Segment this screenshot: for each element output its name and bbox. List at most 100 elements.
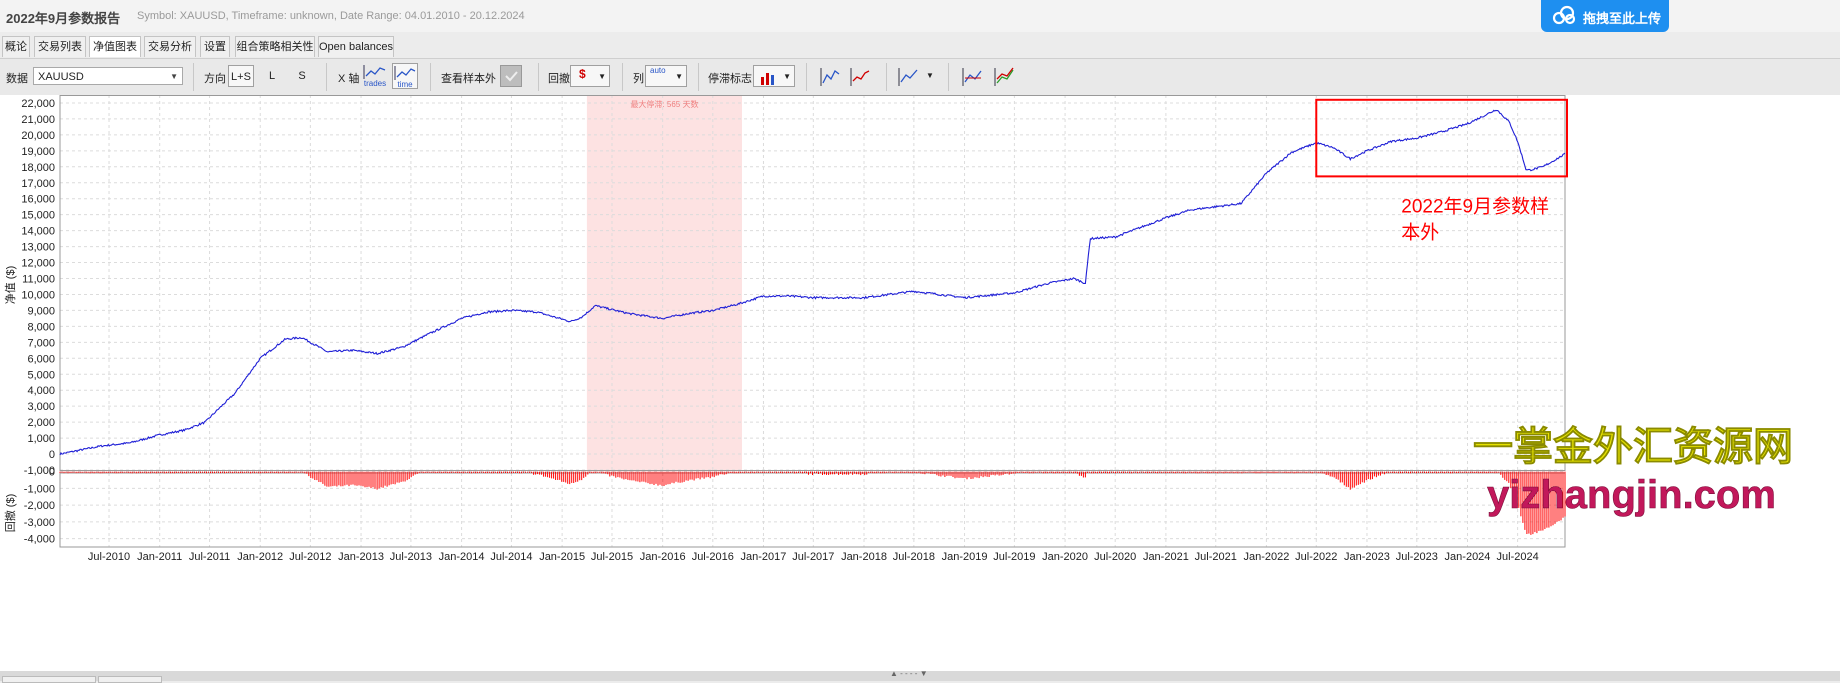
y-tick-label: 11,000: [22, 274, 55, 286]
dd-y-tick-label: -1,000: [24, 483, 55, 495]
x-tick-label: Jul-2015: [591, 551, 633, 563]
oos-label: 查看样本外: [441, 73, 496, 85]
x-tick-label: Jan-2022: [1243, 551, 1289, 563]
x-tick-label: Jan-2011: [137, 551, 182, 563]
annotation-text-line2: 本外: [1401, 221, 1439, 243]
oos-toggle[interactable]: [500, 65, 522, 87]
column-select[interactable]: auto ▼: [645, 65, 687, 87]
bottom-tab[interactable]: [2, 676, 96, 683]
y-tick-label: 4,000: [27, 385, 55, 397]
toolbar-divider: [698, 63, 699, 91]
tab-trade-list[interactable]: 交易列表: [34, 36, 86, 57]
direction-long-button[interactable]: L: [262, 65, 282, 87]
upload-button-label: 拖拽至此上传: [1583, 11, 1662, 26]
toolbar-divider: [622, 63, 623, 91]
y-tick-label: 15,000: [21, 210, 55, 222]
xaxis-time-button[interactable]: time: [392, 63, 418, 89]
equity-line-icon[interactable]: [818, 65, 842, 89]
xaxis-trades-label: trades: [363, 79, 387, 88]
x-tick-label: Jan-2013: [338, 551, 384, 563]
y-tick-label: 8,000: [27, 321, 55, 333]
watermark-line2: yizhangjin.com: [1487, 473, 1776, 517]
cloud-upload-icon: [1552, 5, 1576, 25]
title-bar: 2022年9月参数报告 Symbol: XAUUSD, Timeframe: u…: [0, 0, 1840, 32]
bottom-scrollbar[interactable]: ▲ - - - - ▼: [0, 669, 1840, 681]
annotation-text-line1: 2022年9月参数样: [1401, 195, 1549, 217]
tab-equity-chart[interactable]: 净值图表: [89, 36, 141, 57]
chart-style-icon[interactable]: [896, 65, 920, 89]
x-tick-label: Jan-2023: [1344, 551, 1390, 563]
y-tick-label: 22,000: [21, 98, 55, 110]
chevron-down-icon: ▼: [598, 72, 606, 81]
xaxis-trades-button[interactable]: trades: [362, 63, 388, 89]
equity-series-line: [59, 109, 1566, 456]
toolbar-divider: [806, 63, 807, 91]
chevron-down-icon: ▼: [170, 72, 178, 81]
x-tick-label: Jul-2014: [490, 551, 532, 563]
y-tick-label: 10,000: [21, 289, 55, 301]
data-label: 数据: [6, 73, 28, 85]
resize-grip-icon[interactable]: ▲ - - - - ▼: [890, 669, 928, 678]
window-title: 2022年9月参数报告: [6, 11, 121, 26]
x-tick-label: Jul-2012: [289, 551, 331, 563]
chevron-down-icon: ▼: [675, 72, 683, 81]
multi-series-icon[interactable]: [992, 65, 1016, 89]
equity-drawdown-icon[interactable]: [848, 65, 872, 89]
tab-overview[interactable]: 概论: [2, 36, 30, 57]
y-tick-label: 3,000: [27, 401, 55, 413]
tab-trade-analysis[interactable]: 交易分析: [144, 36, 196, 57]
y-tick-label: 7,000: [27, 337, 55, 349]
symbol-select-value: XAUUSD: [38, 71, 84, 83]
y-tick-label: 5,000: [27, 369, 55, 381]
x-tick-label: Jul-2023: [1396, 551, 1438, 563]
drawdown-axis-title: 回撤 ($): [3, 494, 17, 533]
tab-portfolio-correlation[interactable]: 组合策略相关性: [235, 36, 315, 57]
direction-ls-button[interactable]: L+S: [228, 65, 254, 87]
stagnation-label: 停滞标志: [708, 73, 752, 85]
chevron-down-icon: ▼: [783, 72, 791, 81]
stagnation-label-text: 最大停滞: 565 天数: [630, 99, 698, 109]
bottom-tab[interactable]: [98, 676, 162, 683]
x-tick-label: Jan-2021: [1143, 551, 1189, 563]
y-tick-label: 6,000: [27, 353, 55, 365]
direction-short-button[interactable]: S: [292, 65, 312, 87]
y-tick-label: 19,000: [21, 146, 55, 158]
y-tick-label: 2,000: [27, 417, 55, 429]
toolbar-divider: [538, 63, 539, 91]
toolbar-divider: [326, 63, 327, 91]
y-tick-label: 21,000: [21, 114, 55, 126]
x-tick-label: Jul-2013: [390, 551, 432, 563]
dollar-icon: $: [579, 67, 586, 81]
y-tick-label: 9,000: [27, 305, 55, 317]
stagnation-band: [586, 95, 742, 470]
y-tick-label: 13,000: [21, 242, 55, 254]
y-tick-label: 17,000: [21, 178, 55, 190]
drawdown-label: 回撤: [548, 73, 570, 85]
direction-label: 方向: [204, 73, 226, 85]
y-tick-label: 18,000: [21, 162, 55, 174]
x-tick-label: Jul-2020: [1094, 551, 1136, 563]
tab-open-balances[interactable]: Open balances: [318, 36, 394, 57]
trend-chart-icon[interactable]: [960, 65, 984, 89]
equity-chart: -1,000 0 1,000 2,000 3,000 4,000 5,000 6,000 7,0…: [3, 95, 1793, 563]
chevron-down-icon[interactable]: ▼: [926, 71, 934, 80]
dd-y-tick-label: -3,000: [24, 517, 55, 529]
x-tick-label: Jan-2017: [741, 551, 787, 563]
drawdown-select[interactable]: $ ▼: [570, 65, 610, 87]
x-tick-label: Jan-2020: [1042, 551, 1088, 563]
x-tick-label: Jan-2024: [1445, 551, 1491, 563]
watermark-line1: 一掌金外汇资源网: [1473, 424, 1793, 469]
equity-axis-title: 净值 ($): [3, 266, 17, 305]
column-select-value: auto: [650, 66, 666, 75]
x-tick-label: Jan-2016: [640, 551, 686, 563]
x-tick-label: Jul-2022: [1295, 551, 1337, 563]
checkmark-icon: [505, 71, 518, 82]
upload-button[interactable]: 拖拽至此上传: [1541, 0, 1669, 32]
x-tick-label: Jul-2021: [1195, 551, 1237, 563]
x-tick-label: Jan-2019: [942, 551, 988, 563]
stagnation-select[interactable]: ▼: [753, 65, 795, 87]
y-tick-label: 14,000: [21, 226, 55, 238]
dd-y-tick-label: 0: [49, 467, 55, 479]
symbol-select[interactable]: XAUUSD ▼: [33, 67, 183, 85]
tab-settings[interactable]: 设置: [200, 36, 230, 57]
